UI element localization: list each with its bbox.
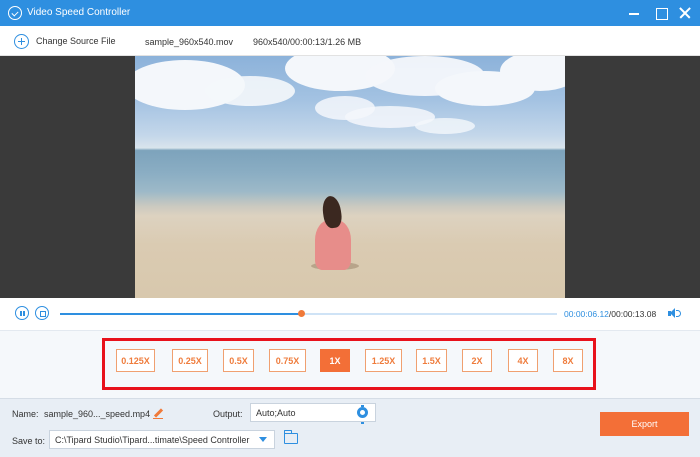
- window-title: Video Speed Controller: [27, 7, 131, 18]
- change-source-label: Change Source File: [36, 36, 116, 46]
- output-file-name: sample_960..._speed.mp4: [44, 409, 151, 419]
- save-to-label: Save to:: [12, 436, 46, 446]
- total-time: /00:00:13.08: [608, 309, 657, 319]
- name-label: Name:: [12, 409, 39, 419]
- plus-circle-icon: [14, 33, 29, 49]
- output-settings: Name: sample_960..._speed.mp4 Output: Au…: [0, 398, 700, 457]
- source-file-info: 960x540/00:00:13/1.26 MB: [253, 37, 362, 47]
- close-icon[interactable]: [675, 3, 695, 23]
- stop-icon[interactable]: [35, 306, 49, 320]
- gear-icon[interactable]: [357, 405, 368, 424]
- playback-controls: 00:00:06.12/00:00:13.08: [0, 298, 700, 330]
- export-button[interactable]: Export: [600, 412, 689, 436]
- chevron-down-icon[interactable]: [252, 431, 274, 448]
- folder-icon[interactable]: [283, 430, 298, 444]
- beach-figure: [311, 194, 359, 271]
- speed-option-button[interactable]: 0.5X: [223, 349, 254, 372]
- save-path-field[interactable]: C:\Tipard Studio\Tipard...timate\Speed C…: [49, 430, 275, 449]
- output-format-value: Auto;Auto: [256, 408, 296, 418]
- change-source-button[interactable]: Change Source File: [14, 32, 116, 50]
- maximize-icon[interactable]: [651, 3, 671, 23]
- speed-option-button[interactable]: 4X: [508, 349, 538, 372]
- volume-icon[interactable]: [668, 308, 681, 319]
- progress-fill: [60, 313, 302, 315]
- progress-thumb[interactable]: [298, 310, 306, 317]
- toolbar: Change Source File sample_960x540.mov 96…: [0, 26, 700, 56]
- speed-option-button[interactable]: 8X: [553, 349, 583, 372]
- speed-option-button[interactable]: 0.75X: [269, 349, 306, 372]
- speed-option-button[interactable]: 0.25X: [172, 349, 208, 372]
- video-frame: [135, 56, 565, 298]
- output-label: Output:: [213, 409, 243, 419]
- speed-option-button[interactable]: 1X: [320, 349, 350, 372]
- edit-icon[interactable]: [153, 408, 164, 419]
- current-time: 00:00:06.12: [564, 309, 609, 319]
- speed-option-button[interactable]: 1.25X: [365, 349, 402, 372]
- progress-track[interactable]: [60, 310, 557, 317]
- source-file-name: sample_960x540.mov: [145, 37, 234, 47]
- speed-option-button[interactable]: 0.125X: [116, 349, 155, 372]
- title-bar: Video Speed Controller: [0, 0, 700, 26]
- app-logo-icon: [8, 6, 22, 20]
- pause-icon[interactable]: [15, 306, 29, 320]
- speed-option-button[interactable]: 1.5X: [416, 349, 447, 372]
- speed-option-button[interactable]: 2X: [462, 349, 492, 372]
- speed-panel: 0.125X 0.25X 0.5X 0.75X 1X 1.25X 1.5X 2X 4X 8X: [0, 330, 700, 398]
- output-format-field[interactable]: Auto;Auto: [250, 403, 376, 424]
- time-readout: 00:00:06.12/00:00:13.08: [564, 309, 656, 319]
- minimize-icon[interactable]: [624, 3, 644, 23]
- video-preview: [0, 56, 700, 298]
